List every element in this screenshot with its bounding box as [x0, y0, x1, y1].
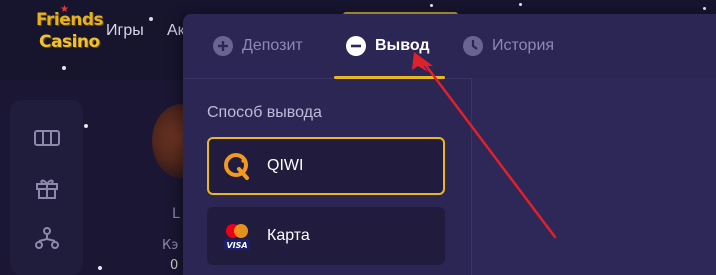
annotation-arrow: [412, 52, 557, 239]
